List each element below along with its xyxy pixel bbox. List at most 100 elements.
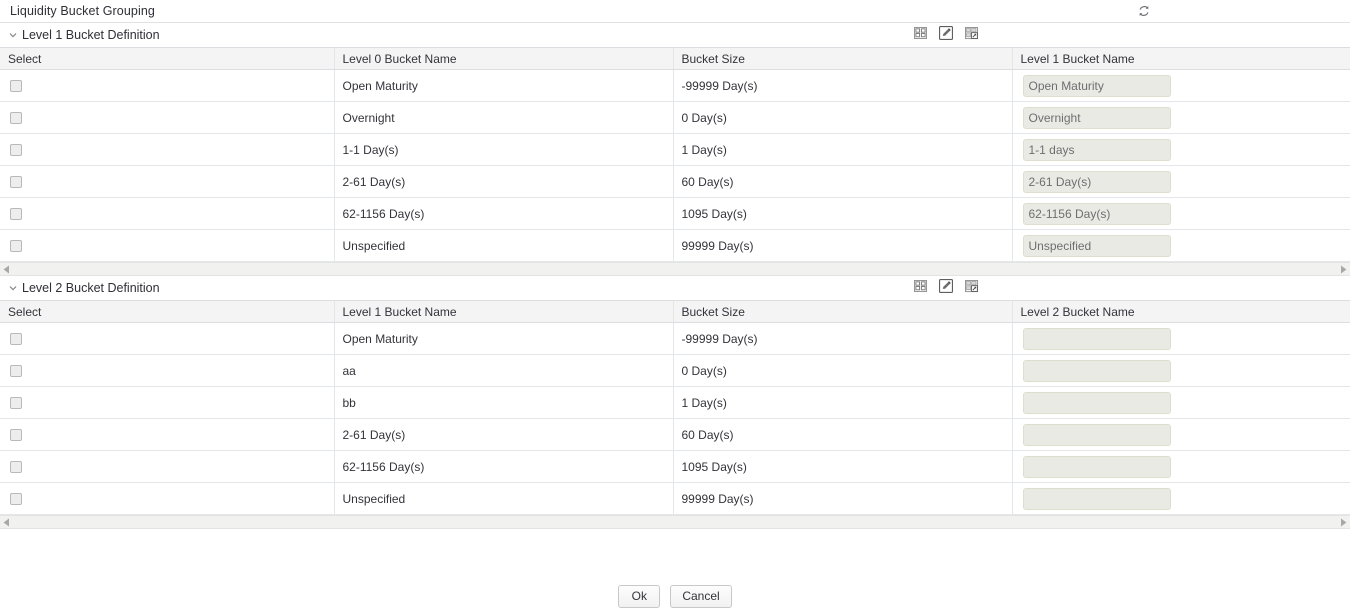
table-row: Open Maturity -99999 Day(s) <box>0 322 1350 355</box>
column-header[interactable]: Select <box>0 301 335 323</box>
cell-bucket-size: 60 Day(s) <box>673 165 1013 198</box>
section-header-level2[interactable]: Level 2 Bucket Definition <box>0 276 1350 300</box>
cell-select <box>0 386 335 419</box>
bucket-name-input[interactable] <box>1022 234 1171 257</box>
cell-bucket-size: 1 Day(s) <box>673 133 1013 166</box>
table-row: Unspecified 99999 Day(s) <box>0 229 1350 262</box>
row-checkbox[interactable] <box>10 333 22 346</box>
footer-actions: Ok Cancel <box>0 585 1350 608</box>
row-checkbox[interactable] <box>10 144 22 157</box>
bucket-name-input[interactable] <box>1022 202 1171 225</box>
column-header[interactable]: Bucket Size <box>673 301 1013 323</box>
cell-source-bucket-name: 2-61 Day(s) <box>334 165 674 198</box>
refresh-icon[interactable] <box>1134 2 1154 20</box>
row-checkbox[interactable] <box>10 461 22 474</box>
cell-bucket-name-input <box>1012 386 1350 419</box>
scroll-right-arrow-icon[interactable] <box>1337 516 1350 529</box>
bucket-name-input[interactable] <box>1022 423 1171 446</box>
table-row: Unspecified 99999 Day(s) <box>0 482 1350 515</box>
table-row: 1-1 Day(s) 1 Day(s) <box>0 133 1350 166</box>
column-header[interactable]: Level 0 Bucket Name <box>334 48 674 70</box>
column-header[interactable]: Level 1 Bucket Name <box>334 301 674 323</box>
chevron-down-icon[interactable] <box>6 28 20 42</box>
page-title: Liquidity Bucket Grouping <box>10 4 155 18</box>
row-checkbox[interactable] <box>10 176 22 189</box>
cell-source-bucket-name: Overnight <box>334 101 674 134</box>
grid-view-icon[interactable] <box>910 24 930 42</box>
edit-icon[interactable] <box>936 24 956 42</box>
export-icon[interactable] <box>962 24 982 42</box>
cell-select <box>0 197 335 230</box>
horizontal-scrollbar-level1[interactable] <box>0 262 1350 276</box>
page-header: Liquidity Bucket Grouping <box>0 0 1350 23</box>
column-header[interactable]: Bucket Size <box>673 48 1013 70</box>
cell-bucket-size: 99999 Day(s) <box>673 229 1013 262</box>
row-checkbox[interactable] <box>10 240 22 253</box>
cell-select <box>0 418 335 451</box>
bucket-name-input[interactable] <box>1022 138 1171 161</box>
table-row: Open Maturity -99999 Day(s) <box>0 69 1350 102</box>
bucket-name-input[interactable] <box>1022 327 1171 350</box>
row-checkbox[interactable] <box>10 208 22 221</box>
row-checkbox[interactable] <box>10 365 22 378</box>
section-level1: Level 1 Bucket Definition Select Level 0 B… <box>0 23 1350 276</box>
scroll-left-arrow-icon[interactable] <box>0 516 13 529</box>
cell-select <box>0 322 335 355</box>
cell-bucket-name-input <box>1012 482 1350 515</box>
cell-source-bucket-name: 1-1 Day(s) <box>334 133 674 166</box>
scroll-left-arrow-icon[interactable] <box>0 263 13 276</box>
bucket-name-input[interactable] <box>1022 106 1171 129</box>
cell-bucket-name-input <box>1012 229 1350 262</box>
cell-bucket-name-input <box>1012 165 1350 198</box>
section-title: Level 2 Bucket Definition <box>22 281 160 295</box>
cell-source-bucket-name: Unspecified <box>334 229 674 262</box>
row-checkbox[interactable] <box>10 493 22 506</box>
ok-button[interactable]: Ok <box>618 585 661 608</box>
row-checkbox[interactable] <box>10 80 22 93</box>
bucket-name-input[interactable] <box>1022 170 1171 193</box>
horizontal-scrollbar-level2[interactable] <box>0 515 1350 529</box>
cell-bucket-name-input <box>1012 450 1350 483</box>
section-toolbar <box>910 24 982 42</box>
table-row: Overnight 0 Day(s) <box>0 101 1350 134</box>
cell-source-bucket-name: 62-1156 Day(s) <box>334 197 674 230</box>
grid-view-icon[interactable] <box>910 277 930 295</box>
export-icon[interactable] <box>962 277 982 295</box>
cell-select <box>0 229 335 262</box>
cell-bucket-name-input <box>1012 197 1350 230</box>
bucket-name-input[interactable] <box>1022 455 1171 478</box>
cancel-button[interactable]: Cancel <box>670 585 732 608</box>
column-header[interactable]: Level 2 Bucket Name <box>1012 301 1350 323</box>
table-header-row: Select Level 1 Bucket Name Bucket Size Leve… <box>0 301 1350 323</box>
edit-icon[interactable] <box>936 277 956 295</box>
cell-source-bucket-name: Open Maturity <box>334 69 674 102</box>
cell-select <box>0 133 335 166</box>
cell-source-bucket-name: aa <box>334 354 674 387</box>
table-row: 62-1156 Day(s) 1095 Day(s) <box>0 450 1350 483</box>
table-row: 2-61 Day(s) 60 Day(s) <box>0 165 1350 198</box>
section-header-level1[interactable]: Level 1 Bucket Definition <box>0 23 1350 47</box>
cell-source-bucket-name: Open Maturity <box>334 322 674 355</box>
row-checkbox[interactable] <box>10 429 22 442</box>
cell-select <box>0 101 335 134</box>
cell-bucket-size: 60 Day(s) <box>673 418 1013 451</box>
column-header[interactable]: Level 1 Bucket Name <box>1012 48 1350 70</box>
cell-source-bucket-name: 2-61 Day(s) <box>334 418 674 451</box>
cell-bucket-size: 99999 Day(s) <box>673 482 1013 515</box>
bucket-name-input[interactable] <box>1022 359 1171 382</box>
row-checkbox[interactable] <box>10 397 22 410</box>
bucket-name-input[interactable] <box>1022 391 1171 414</box>
cell-bucket-size: 1095 Day(s) <box>673 197 1013 230</box>
bucket-name-input[interactable] <box>1022 74 1171 97</box>
cell-select <box>0 450 335 483</box>
chevron-down-icon[interactable] <box>6 281 20 295</box>
table-row: 62-1156 Day(s) 1095 Day(s) <box>0 197 1350 230</box>
scroll-right-arrow-icon[interactable] <box>1337 263 1350 276</box>
table-header-row: Select Level 0 Bucket Name Bucket Size Leve… <box>0 48 1350 70</box>
cell-bucket-name-input <box>1012 69 1350 102</box>
row-checkbox[interactable] <box>10 112 22 125</box>
bucket-name-input[interactable] <box>1022 487 1171 510</box>
column-header[interactable]: Select <box>0 48 335 70</box>
cell-bucket-name-input <box>1012 354 1350 387</box>
cell-source-bucket-name: Unspecified <box>334 482 674 515</box>
